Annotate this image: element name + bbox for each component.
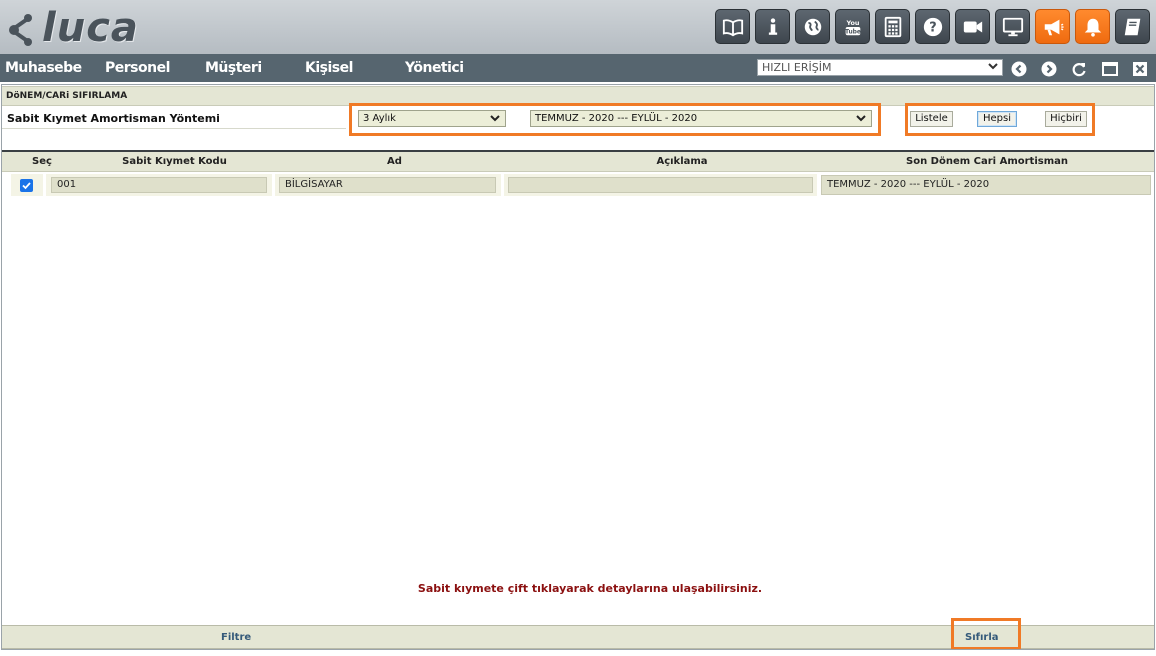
video-camera-icon[interactable]: [955, 9, 990, 44]
filter-button[interactable]: Filtre: [221, 626, 251, 650]
table-header: Seç Sabit Kıymet Kodu Ad Açıklama Son Dö…: [2, 152, 1154, 172]
cell-name[interactable]: BİLGİSAYAR: [279, 177, 496, 193]
chevron-down-icon: [855, 112, 867, 129]
select-none-button[interactable]: Hiçbiri: [1045, 111, 1087, 127]
period-type-value: 3 Aylık: [363, 113, 396, 124]
forward-icon[interactable]: [1040, 60, 1057, 77]
row-checkbox[interactable]: [20, 179, 33, 192]
select-all-button[interactable]: Hepsi: [977, 111, 1017, 127]
toolbar-icons: You Tube ?: [715, 9, 1150, 44]
bell-icon[interactable]: [1075, 9, 1110, 44]
list-button[interactable]: Listele: [910, 111, 953, 127]
svg-text:Tube: Tube: [845, 28, 861, 35]
quick-access-value: HIZLI ERİŞİM: [762, 61, 832, 74]
divider: [2, 128, 346, 129]
col-header-name[interactable]: Ad: [287, 152, 502, 172]
cell-code[interactable]: 001: [51, 177, 267, 193]
cell-desc[interactable]: [508, 177, 813, 193]
nav-item-yonetici[interactable]: Yönetici: [405, 54, 464, 82]
svg-text:?: ?: [929, 20, 936, 35]
globe-icon[interactable]: [795, 9, 830, 44]
chevron-down-icon: [489, 112, 501, 129]
quick-access-select[interactable]: HIZLI ERİŞİM: [757, 59, 1003, 76]
period-range-value: TEMMUZ - 2020 --- EYLÜL - 2020: [535, 113, 698, 124]
period-range-select[interactable]: TEMMUZ - 2020 --- EYLÜL - 2020: [530, 110, 872, 127]
calculator-icon[interactable]: [875, 9, 910, 44]
monitor-icon[interactable]: [995, 9, 1030, 44]
nav-item-musteri[interactable]: Müşteri: [205, 54, 262, 82]
logo-text: luca: [42, 5, 139, 51]
cell-last-period[interactable]: TEMMUZ - 2020 --- EYLÜL - 2020: [821, 175, 1151, 195]
nav-item-personel[interactable]: Personel: [105, 54, 170, 82]
table-row[interactable]: 001 BİLGİSAYAR TEMMUZ - 2020 --- EYLÜL -…: [11, 174, 1154, 196]
method-label: Sabit Kıymet Amortisman Yöntemi: [7, 112, 220, 125]
chevron-down-icon: [987, 60, 999, 76]
nav-item-kisisel[interactable]: Kişisel: [305, 54, 353, 82]
info-icon[interactable]: [755, 9, 790, 44]
hint-text: Sabit kıymete çift tıklayarak detayların…: [417, 582, 763, 595]
col-header-code[interactable]: Sabit Kıymet Kodu: [62, 152, 287, 172]
maximize-icon[interactable]: [1101, 60, 1118, 77]
megaphone-icon[interactable]: [1035, 9, 1070, 44]
svg-text:You: You: [845, 19, 859, 27]
top-header: luca You Tube ?: [0, 0, 1156, 54]
col-header-desc[interactable]: Açıklama: [502, 152, 862, 172]
close-icon[interactable]: [1131, 60, 1148, 77]
back-icon[interactable]: [1010, 60, 1027, 77]
col-header-select[interactable]: Seç: [22, 152, 62, 172]
refresh-icon[interactable]: [1070, 60, 1087, 77]
highlight-box-reset: [951, 618, 1021, 650]
nav-item-muhasebe[interactable]: Muhasebe: [5, 54, 82, 82]
youtube-icon[interactable]: You Tube: [835, 9, 870, 44]
logo-mark-icon: [6, 8, 40, 48]
luca-logo[interactable]: luca: [6, 6, 139, 50]
period-type-select[interactable]: 3 Aylık: [358, 110, 506, 127]
help-icon[interactable]: ?: [915, 9, 950, 44]
col-header-last-period[interactable]: Son Dönem Cari Amortisman: [822, 152, 1152, 172]
book-open-icon[interactable]: [715, 9, 750, 44]
notebook-icon[interactable]: [1115, 9, 1150, 44]
